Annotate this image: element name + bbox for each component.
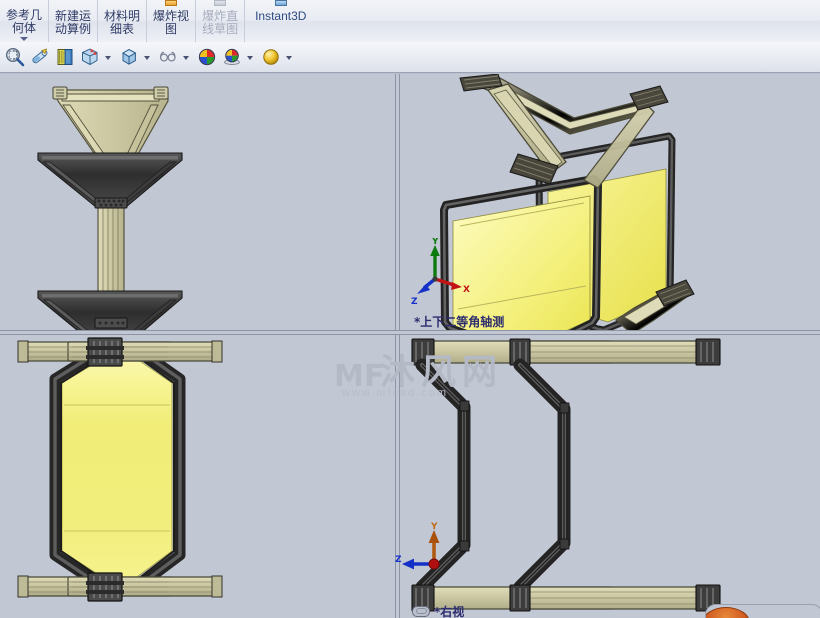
viewport-top[interactable]	[0, 333, 395, 618]
hide-show-items-dropdown-arrow[interactable]	[181, 45, 192, 69]
view-settings-icon[interactable]	[259, 45, 283, 69]
ribbon-tab-instant3d[interactable]: Instant3D	[245, 0, 316, 42]
ribbon-tab-label-2: 细表	[110, 22, 135, 36]
ribbon-tab-label-2: 线草图	[202, 22, 239, 36]
ribbon-tab-label-2: 何体	[12, 21, 37, 35]
viewport-label-right: *右视	[412, 603, 464, 618]
edit-appearance-icon[interactable]	[195, 45, 219, 69]
view-orientation-icon[interactable]	[78, 45, 102, 69]
svg-text:Z: Z	[395, 555, 402, 565]
axis-triad-isometric: Y X Z	[408, 238, 470, 307]
fixed-view-icon	[412, 606, 430, 617]
ribbon-tab-bill-of-materials[interactable]: 材料明 细表	[98, 0, 148, 42]
view-settings-dropdown-arrow[interactable]	[284, 45, 295, 69]
svg-text:Y: Y	[431, 238, 439, 247]
ribbon-tab-label: Instant3D	[255, 9, 307, 23]
bill-of-materials-icon	[111, 0, 133, 9]
hide-show-items-icon[interactable]	[156, 45, 180, 69]
ribbon-tab-label-2: 动算例	[55, 22, 92, 36]
explode-line-sketch-icon	[209, 0, 231, 9]
ribbon-tab-new-motion-study[interactable]: 新建运 动算例	[49, 0, 99, 42]
application-window: 参考几 何体 新建运 动算例 材料明 细表 爆炸视 图 爆炸直 线草图 Inst…	[0, 0, 820, 618]
view-orientation-dropdown-arrow[interactable]	[103, 45, 114, 69]
viewport-divider-horizontal[interactable]	[0, 330, 820, 335]
reference-geometry-icon	[13, 0, 35, 9]
view-selector-widget[interactable]	[705, 604, 820, 618]
apply-scene-icon[interactable]	[220, 45, 244, 69]
chevron-down-icon[interactable]	[20, 37, 28, 41]
exploded-view-icon	[160, 0, 182, 9]
measure-icon[interactable]	[28, 45, 52, 69]
svg-text:Y: Y	[430, 522, 438, 532]
viewport-label-right-text: *右视	[434, 605, 465, 618]
svg-text:Z: Z	[411, 297, 418, 307]
ribbon-tab-reference-geometry[interactable]: 参考几 何体	[0, 0, 50, 42]
display-style-dropdown-arrow[interactable]	[142, 45, 153, 69]
view-toolbar	[0, 42, 820, 73]
new-motion-study-icon	[62, 0, 84, 9]
ribbon-tab-label-2: 图	[165, 22, 178, 36]
apply-scene-dropdown-arrow[interactable]	[245, 45, 256, 69]
viewport-front[interactable]	[0, 74, 395, 330]
ribbon-tab-explode-line-sketch: 爆炸直 线草图	[196, 0, 246, 42]
ribbon-tab-exploded-view[interactable]: 爆炸视 图	[147, 0, 197, 42]
display-style-icon[interactable]	[117, 45, 141, 69]
section-view-icon[interactable]	[53, 45, 77, 69]
ribbon-toolbar: 参考几 何体 新建运 动算例 材料明 细表 爆炸视 图 爆炸直 线草图 Inst…	[0, 0, 820, 43]
viewport-label-isometric: *上下二等角轴测	[414, 315, 505, 329]
instant3d-icon	[270, 0, 292, 9]
graphics-area[interactable]: MF 沐风网 www.mfcad.com Y X Z Y Z *上下二等角轴测 …	[0, 74, 820, 618]
zoom-to-area-icon[interactable]	[3, 45, 27, 69]
svg-text:X: X	[463, 285, 470, 295]
axis-triad-right: Y Z	[394, 520, 454, 580]
view-selector-bulb-icon	[706, 607, 750, 618]
